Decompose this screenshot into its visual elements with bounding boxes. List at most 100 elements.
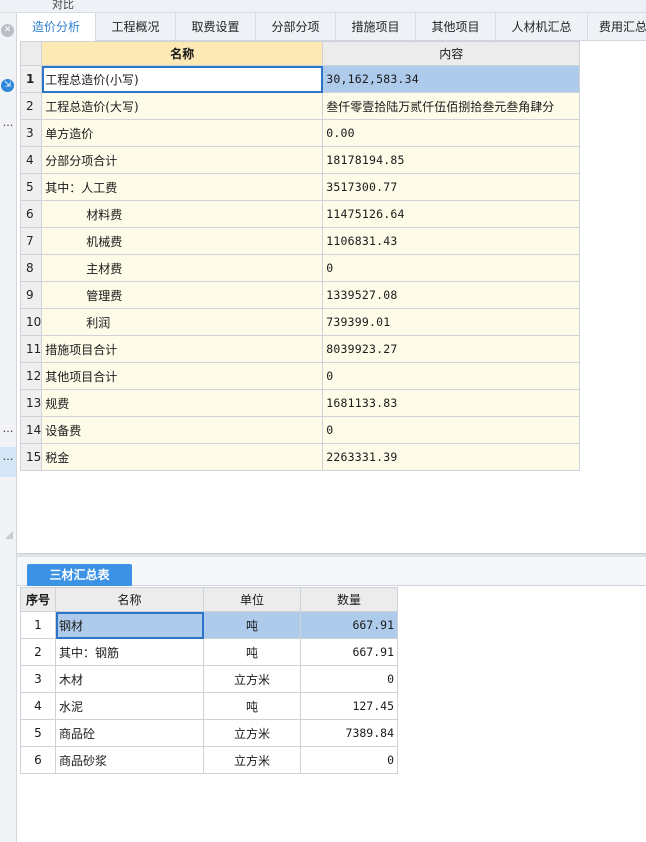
cost-name-cell[interactable]: 工程总造价(大写): [41, 92, 324, 120]
material-name-cell[interactable]: 商品砼: [55, 719, 204, 747]
seq-cell: 5: [20, 719, 56, 747]
material-name-cell[interactable]: 其中：钢筋: [55, 638, 204, 666]
pin-icon[interactable]: ⇲: [1, 79, 14, 92]
table-row[interactable]: 12 其他项目合计 0: [19, 362, 581, 390]
resize-grip-icon[interactable]: [5, 531, 13, 539]
cost-name-cell[interactable]: 主材费: [41, 254, 324, 282]
table-row[interactable]: 3 木材 立方米 0: [20, 665, 398, 693]
table-header-row: 序号 名称 单位 数量: [20, 587, 398, 612]
cost-name-cell[interactable]: 措施项目合计: [41, 335, 324, 363]
quantity-cell[interactable]: 127.45: [300, 692, 398, 720]
cost-name-cell[interactable]: 工程总造价(小写): [41, 65, 324, 93]
table-row[interactable]: 2 工程总造价(大写) 叁仟零壹拾陆万贰仟伍佰捌拾叁元叁角肆分: [19, 92, 581, 120]
column-header-name[interactable]: 名称: [55, 587, 204, 612]
table-row[interactable]: 9 管理费 1339527.08: [19, 281, 581, 309]
table-row[interactable]: 13 规费 1681133.83: [19, 389, 581, 417]
cost-value-cell[interactable]: 1106831.43: [322, 227, 581, 255]
table-row[interactable]: 4 分部分项合计 18178194.85: [19, 146, 581, 174]
cost-value-cell[interactable]: 8039923.27: [322, 335, 581, 363]
material-name-cell[interactable]: 木材: [55, 665, 204, 693]
table-row[interactable]: 6 商品砂浆 立方米 0: [20, 746, 398, 774]
more-icon[interactable]: …: [0, 117, 16, 128]
cost-value-cell[interactable]: 0: [322, 362, 581, 390]
cost-value-cell[interactable]: 0.00: [322, 119, 581, 147]
unit-cell[interactable]: 吨: [203, 611, 301, 639]
cost-value-cell[interactable]: 30,162,583.34: [322, 65, 581, 93]
row-number: 14: [19, 416, 43, 444]
quantity-cell[interactable]: 0: [300, 665, 398, 693]
cost-value-cell[interactable]: 0: [322, 254, 581, 282]
tab-other-items[interactable]: 其他项目: [416, 13, 496, 41]
table-row[interactable]: 14 设备费 0: [19, 416, 581, 444]
seq-cell: 6: [20, 746, 56, 774]
cost-value-cell[interactable]: 18178194.85: [322, 146, 581, 174]
tab-labor-material-summary[interactable]: 人材机汇总: [496, 13, 588, 41]
cost-name-cell[interactable]: 规费: [41, 389, 324, 417]
cost-value-cell[interactable]: 11475126.64: [322, 200, 581, 228]
quantity-cell[interactable]: 0: [300, 746, 398, 774]
cost-name-cell[interactable]: 设备费: [41, 416, 324, 444]
material-name-cell[interactable]: 钢材: [55, 611, 204, 639]
row-number: 5: [19, 173, 43, 201]
more-icon[interactable]: …: [0, 451, 16, 462]
cost-name-cell[interactable]: 材料费: [41, 200, 324, 228]
row-number: 2: [19, 92, 43, 120]
quantity-cell[interactable]: 667.91: [300, 611, 398, 639]
tab-three-materials-summary[interactable]: 三材汇总表: [27, 564, 132, 586]
unit-cell[interactable]: 立方米: [203, 719, 301, 747]
table-row[interactable]: 15 税金 2263331.39: [19, 443, 581, 471]
row-number: 10: [19, 308, 43, 336]
cost-name-cell[interactable]: 机械费: [41, 227, 324, 255]
tab-project-overview[interactable]: 工程概况: [96, 13, 176, 41]
material-name-cell[interactable]: 商品砂浆: [55, 746, 204, 774]
cost-value-cell[interactable]: 1339527.08: [322, 281, 581, 309]
table-row[interactable]: 1 钢材吨 667.91: [20, 611, 398, 639]
table-row[interactable]: 8 主材费 0: [19, 254, 581, 282]
cost-name-cell[interactable]: 管理费: [41, 281, 324, 309]
table-row[interactable]: 5 其中：人工费 3517300.77: [19, 173, 581, 201]
cost-name-cell[interactable]: 分部分项合计: [41, 146, 324, 174]
cost-value-cell[interactable]: 0: [322, 416, 581, 444]
cost-value-cell[interactable]: 1681133.83: [322, 389, 581, 417]
unit-cell[interactable]: 吨: [203, 638, 301, 666]
tab-sub-items[interactable]: 分部分项: [256, 13, 336, 41]
quantity-cell[interactable]: 7389.84: [300, 719, 398, 747]
column-header-qty[interactable]: 数量: [300, 587, 398, 612]
materials-summary-table: 序号 名称 单位 数量 1 钢材吨 667.91 2 其中：钢筋吨 667.91 3 木材…: [20, 587, 398, 774]
column-header-unit[interactable]: 单位: [203, 587, 301, 612]
cost-value-cell[interactable]: 2263331.39: [322, 443, 581, 471]
tab-measure-items[interactable]: 措施项目: [336, 13, 416, 41]
cost-value-cell[interactable]: 739399.01: [322, 308, 581, 336]
table-row[interactable]: 7 机械费 1106831.43: [19, 227, 581, 255]
row-number: 7: [19, 227, 43, 255]
table-row[interactable]: 10 利润 739399.01: [19, 308, 581, 336]
column-header-name[interactable]: 名称: [41, 41, 324, 66]
tab-fee-summary[interactable]: 费用汇总: [588, 13, 646, 41]
cost-value-cell[interactable]: 3517300.77: [322, 173, 581, 201]
unit-cell[interactable]: 吨: [203, 692, 301, 720]
material-name-cell[interactable]: 水泥: [55, 692, 204, 720]
table-row[interactable]: 3 单方造价 0.00: [19, 119, 581, 147]
table-row[interactable]: 5 商品砼 立方米 7389.84: [20, 719, 398, 747]
cost-name-cell[interactable]: 其中：人工费: [41, 173, 324, 201]
cost-name-cell[interactable]: 利润: [41, 308, 324, 336]
column-header-seq[interactable]: 序号: [20, 587, 56, 612]
unit-cell[interactable]: 立方米: [203, 746, 301, 774]
close-icon[interactable]: ✕: [1, 24, 14, 37]
seq-cell: 3: [20, 665, 56, 693]
table-row[interactable]: 1 工程总造价(小写) 30,162,583.34: [19, 65, 581, 93]
tab-fee-settings[interactable]: 取费设置: [176, 13, 256, 41]
table-row[interactable]: 6 材料费 11475126.64: [19, 200, 581, 228]
cost-name-cell[interactable]: 税金: [41, 443, 324, 471]
quantity-cell[interactable]: 667.91: [300, 638, 398, 666]
table-row[interactable]: 2 其中：钢筋吨 667.91: [20, 638, 398, 666]
table-row[interactable]: 11 措施项目合计 8039923.27: [19, 335, 581, 363]
column-header-content[interactable]: 内容: [322, 41, 581, 66]
tab-cost-analysis[interactable]: 造价分析: [17, 13, 96, 42]
cost-name-cell[interactable]: 单方造价: [41, 119, 324, 147]
cost-name-cell[interactable]: 其他项目合计: [41, 362, 324, 390]
table-row[interactable]: 4 水泥吨 127.45: [20, 692, 398, 720]
unit-cell[interactable]: 立方米: [203, 665, 301, 693]
cost-value-cell[interactable]: 叁仟零壹拾陆万贰仟伍佰捌拾叁元叁角肆分: [322, 92, 581, 120]
more-icon[interactable]: …: [0, 423, 16, 434]
